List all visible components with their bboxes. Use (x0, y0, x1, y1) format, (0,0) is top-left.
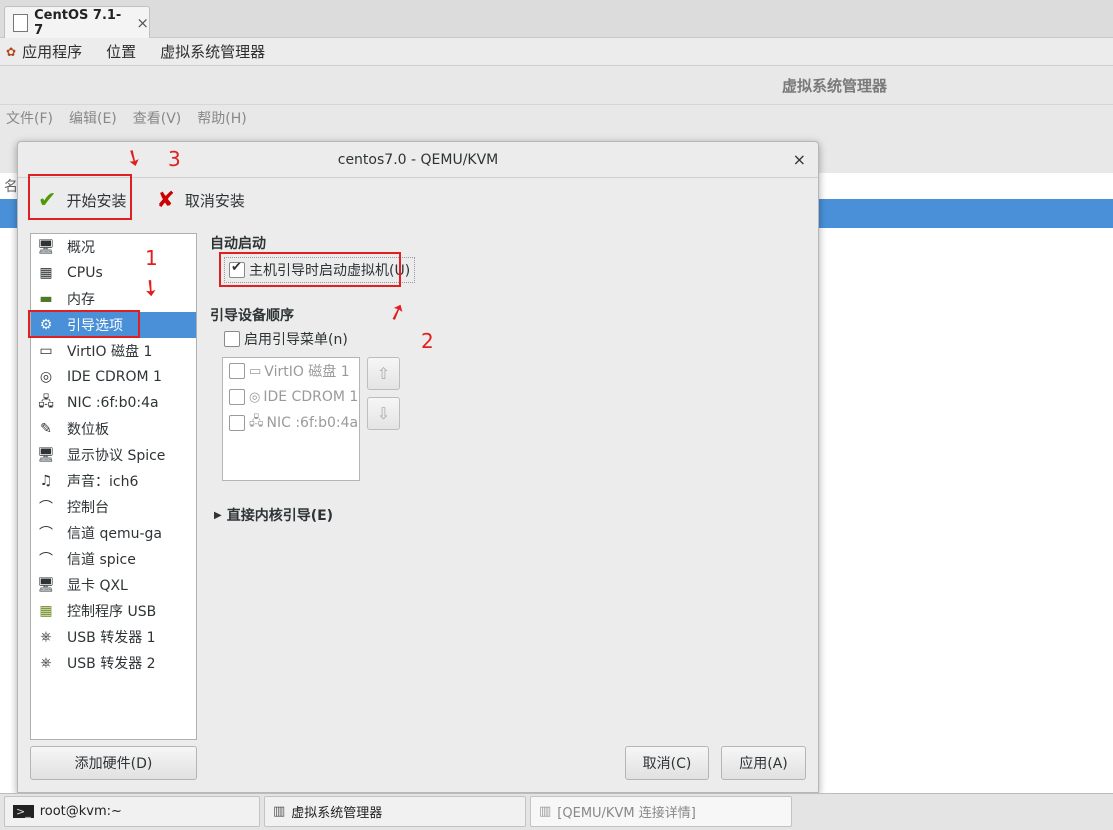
disk-icon: ▭ (249, 363, 262, 379)
hw-item-cdrom[interactable]: ◎ IDE CDROM 1 (31, 364, 196, 390)
tab-title: CentOS 7.1-7 (34, 8, 122, 38)
hw-item-overview[interactable]: 🖥 概况 (31, 234, 196, 260)
hw-item-nic[interactable]: 🖧 NIC :6f:b0:4a (31, 390, 196, 416)
video-card-icon: 🖥 (37, 577, 55, 593)
annotation-number-1: 1 (145, 246, 158, 270)
hw-item-channel-qemu-ga[interactable]: ⌒ 信道 qemu-ga (31, 520, 196, 546)
vm-details-dialog: centos7.0 - QEMU/KVM × ✔ 开始安装 ✘ 取消安装 🖥 概况… (17, 141, 819, 793)
boot-options-pane: 自动启动 主机引导时启动虚拟机(U) 引导设备顺序 启用引导菜单(n) ▭Vir… (210, 233, 810, 733)
boot-menu-check[interactable] (224, 331, 240, 347)
annotation-box-3 (28, 174, 132, 220)
menu-edit[interactable]: 编辑(E) (69, 108, 117, 128)
taskbar-terminal[interactable]: >_ root@kvm:~ (4, 796, 260, 827)
window-title: 虚拟系统管理器 (781, 76, 887, 95)
hw-item-usb-controller[interactable]: ▦ 控制程序 USB (31, 598, 196, 624)
serial-icon: ⌒ (39, 500, 53, 516)
hw-item-usb-redir-1[interactable]: ⎈ USB 转发器 1 (31, 624, 196, 650)
annotation-number-3: 3 (168, 147, 181, 171)
sound-icon: ♫ (39, 473, 53, 489)
hw-item-tablet[interactable]: ✎ 数位板 (31, 416, 196, 442)
disk-icon: ▭ (39, 343, 53, 359)
add-hardware-button[interactable]: 添加硬件(D) (30, 746, 197, 780)
network-icon: 🖧 (38, 394, 54, 410)
cancel-x-icon: ✘ (156, 187, 175, 213)
arrow-up-icon: ⇧ (376, 364, 391, 383)
cpu-icon: ▦ (39, 265, 53, 281)
vmm-menu[interactable]: 虚拟系统管理器 (160, 41, 265, 62)
tab-close-icon[interactable]: × (136, 14, 149, 32)
boot-device-disk[interactable]: ▭ VirtIO 磁盘 1 (223, 358, 359, 384)
close-icon[interactable]: × (793, 150, 806, 169)
vmm-icon: ▥ (539, 804, 552, 819)
menu-help[interactable]: 帮助(H) (197, 108, 246, 128)
hw-item-video-qxl[interactable]: 🖥 显卡 QXL (31, 572, 196, 598)
apply-button[interactable]: 应用(A) (721, 746, 806, 780)
terminal-icon: >_ (13, 805, 34, 818)
tablet-icon: ✎ (40, 421, 52, 437)
boot-device-list: ▭ VirtIO 磁盘 1 ◎ IDE CDROM 1 🖧 NIC :6f:b0:4a (222, 357, 360, 481)
hw-item-virtio-disk[interactable]: ▭ VirtIO 磁盘 1 (31, 338, 196, 364)
autostart-title: 自动启动 (210, 236, 266, 252)
controller-icon: ▦ (39, 603, 53, 619)
menu-view[interactable]: 查看(V) (133, 108, 182, 128)
taskbar: >_ root@kvm:~ ▥ 虚拟系统管理器 ▥ [QEMU/KVM 连接详情… (0, 793, 1113, 830)
network-icon: 🖧 (249, 414, 264, 429)
vm-tab[interactable]: CentOS 7.1-7 × (4, 6, 150, 39)
taskbar-vmm[interactable]: ▥ 虚拟系统管理器 (264, 796, 526, 827)
annotation-number-2: 2 (421, 329, 434, 353)
hw-item-console[interactable]: ⌒ 控制台 (31, 494, 196, 520)
tab-strip: CentOS 7.1-7 × (0, 0, 1113, 39)
boot-device-nic[interactable]: 🖧 NIC :6f:b0:4a (223, 410, 359, 436)
channel-icon: ⌒ (39, 552, 53, 568)
cancel-button[interactable]: 取消(C) (625, 746, 709, 780)
hw-item-cpus[interactable]: ▦ CPUs (31, 260, 196, 286)
boot-menu-checkbox[interactable]: 启用引导菜单(n) (224, 329, 348, 349)
applications-menu[interactable]: ✿ 应用程序 (6, 41, 82, 62)
column-header-name: 名 (4, 179, 18, 195)
vmm-icon: ▥ (273, 804, 286, 819)
usb-icon: ⎈ (40, 655, 52, 671)
boot-device-nic-check[interactable] (229, 415, 245, 431)
hw-item-usb-redir-2[interactable]: ⎈ USB 转发器 2 (31, 650, 196, 676)
move-up-button[interactable]: ⇧ (367, 357, 400, 390)
cancel-install-button[interactable]: ✘ 取消安装 (148, 178, 252, 222)
taskbar-connection-details[interactable]: ▥ [QEMU/KVM 连接详情] (530, 796, 792, 827)
menu-file[interactable]: 文件(F) (6, 108, 53, 128)
boot-device-cdrom-check[interactable] (229, 389, 245, 405)
hw-item-display[interactable]: 🖥 显示协议 Spice (31, 442, 196, 468)
cdrom-icon: ◎ (249, 389, 261, 405)
move-down-button[interactable]: ⇩ (367, 397, 400, 430)
boot-device-disk-check[interactable] (229, 363, 245, 379)
annotation-box-1 (28, 310, 140, 338)
channel-icon: ⌒ (39, 526, 53, 542)
boot-device-cdrom[interactable]: ◎ IDE CDROM 1 (223, 384, 359, 410)
usb-icon: ⎈ (40, 629, 52, 645)
display-icon: 🖥 (37, 447, 55, 463)
hw-item-sound[interactable]: ♫ 声音：ich6 (31, 468, 196, 494)
dialog-toolbar: ✔ 开始安装 ✘ 取消安装 (18, 178, 818, 222)
places-menu[interactable]: 位置 (106, 41, 136, 62)
annotation-box-2 (219, 252, 401, 287)
memory-icon: ▬ (39, 291, 53, 307)
direct-kernel-boot-expander[interactable]: ▶ 直接内核引导(E) (214, 505, 333, 525)
main-menubar: 文件(F) 编辑(E) 查看(V) 帮助(H) (0, 104, 1113, 130)
vm-icon (13, 14, 29, 32)
expander-triangle-icon: ▶ (214, 509, 222, 521)
hw-item-channel-spice[interactable]: ⌒ 信道 spice (31, 546, 196, 572)
hw-item-memory[interactable]: ▬ 内存 (31, 286, 196, 312)
monitor-icon: 🖥 (37, 239, 55, 255)
cdrom-icon: ◎ (39, 369, 53, 385)
gnome-foot-icon: ✿ (6, 44, 17, 59)
dialog-title: centos7.0 - QEMU/KVM (337, 151, 499, 168)
top-menubar: ✿ 应用程序 位置 虚拟系统管理器 (0, 38, 1113, 66)
boot-order-title: 引导设备顺序 (210, 308, 294, 324)
arrow-down-icon: ⇩ (376, 404, 391, 423)
